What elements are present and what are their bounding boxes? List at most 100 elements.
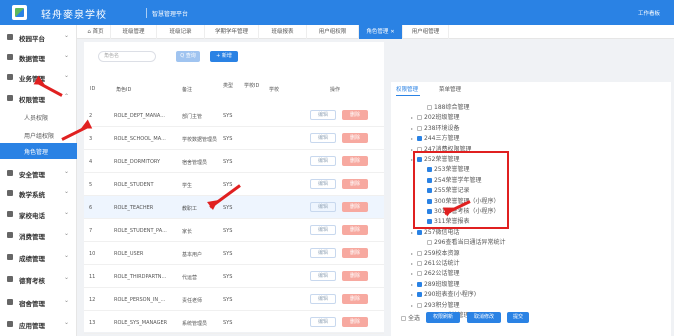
delete-button[interactable]: 删除	[342, 110, 368, 120]
table-row[interactable]: 7 ROLE_STUDENT_PA... 家长 SYS 编辑 删除	[84, 219, 384, 242]
sidebar-item-moral[interactable]: 德育考核 ⌄	[0, 270, 77, 288]
sidebar-item-data[interactable]: 数据管理 ⌄	[0, 48, 77, 66]
tab-home[interactable]: ⌂ 首页	[81, 25, 111, 39]
tree-node[interactable]: ▸ 261公话统计	[411, 258, 459, 267]
tree-node-label: 238环境设备	[424, 124, 460, 132]
table-row[interactable]: 13 ROLE_SYS_MANAGER 系统管理员 SYS 编辑 删除	[84, 311, 384, 334]
sidebar-item-permission[interactable]: 权限管理 ⌃	[0, 89, 77, 107]
tree-node[interactable]: 188综合管理	[421, 102, 469, 111]
edit-button[interactable]: 编辑	[310, 156, 336, 166]
table-row[interactable]: 11 ROLE_THIRDPARTN... 代运营 SYS 编辑 删除	[84, 265, 384, 288]
delete-button[interactable]: 删除	[342, 156, 368, 166]
checkbox-icon[interactable]	[417, 281, 422, 287]
col-header-id[interactable]: ID	[90, 86, 95, 92]
sidebar-subitem-role-management[interactable]: 角色管理	[0, 143, 77, 159]
checkbox-icon[interactable]	[417, 302, 422, 308]
checkbox-icon[interactable]	[417, 229, 422, 235]
cell-type: SYS	[223, 251, 233, 257]
chevron-down-icon: ⌄	[63, 319, 69, 326]
delete-button[interactable]: 删除	[342, 225, 368, 235]
cell-id: 3	[89, 136, 93, 142]
delete-button[interactable]: 删除	[342, 271, 368, 281]
cell-id: 4	[89, 159, 93, 165]
sidebar-item-security[interactable]: 安全管理 ⌄	[0, 164, 77, 182]
sidebar-item-apps[interactable]: 应用管理 ⌄	[0, 315, 77, 333]
sidebar-item-phone[interactable]: 家校电话 ⌄	[0, 205, 77, 223]
tree-node[interactable]: ▸ 238环境设备	[411, 123, 459, 132]
phone-icon	[7, 211, 13, 217]
tab-menu-tree[interactable]: 菜单管理	[439, 85, 461, 93]
sidebar-item-dorm[interactable]: 宿舍管理 ⌄	[0, 293, 77, 311]
tree-node[interactable]: ▸ 293积分管理	[411, 300, 459, 309]
checkbox-icon[interactable]	[417, 115, 422, 121]
edit-button[interactable]: 编辑	[310, 110, 336, 120]
delete-button[interactable]: 删除	[342, 317, 368, 327]
edit-button[interactable]: 编辑	[310, 248, 336, 258]
checkbox-icon[interactable]	[427, 105, 432, 110]
cancel-change-button[interactable]: 取消修改	[467, 312, 501, 323]
col-header-school-id[interactable]: 学校ID	[244, 82, 259, 89]
sidebar-item-campus[interactable]: 校园平台 ⌄	[0, 28, 77, 46]
tab-class-records[interactable]: 班级记录	[157, 25, 205, 39]
table-row[interactable]: 4 ROLE_DORMITORY 宿舍管理员 SYS 编辑 删除	[84, 150, 384, 173]
search-input[interactable]: 角色名	[98, 51, 156, 62]
checkbox-icon[interactable]	[427, 240, 432, 246]
submit-button[interactable]: 提交	[507, 312, 529, 323]
edit-button[interactable]: 编辑	[310, 317, 336, 327]
edit-button[interactable]: 编辑	[310, 225, 336, 235]
select-all-checkbox[interactable]: 全选	[401, 313, 420, 322]
star-icon	[7, 276, 13, 282]
col-header-note[interactable]: 备注	[182, 86, 192, 93]
checkbox-icon[interactable]	[417, 271, 422, 277]
checkbox-icon[interactable]	[417, 292, 422, 298]
tab-group-permission[interactable]: 用户组权限	[307, 25, 359, 39]
col-header-role-id[interactable]: 角色ID	[116, 86, 131, 93]
tab-permission-tree[interactable]: 权限管理	[396, 85, 418, 93]
table-row[interactable]: 5 ROLE_STUDENT 学生 SYS 编辑 删除	[84, 173, 384, 196]
tree-node[interactable]: 296查看当日通话异常统计	[421, 237, 505, 246]
table-row[interactable]: 6 ROLE_TEACHER 教职工 SYS 编辑 删除	[84, 196, 384, 219]
tree-node[interactable]: ▸ 259校本资源	[411, 248, 459, 257]
tab-class-report[interactable]: 班级报表	[259, 25, 307, 39]
checkbox-icon[interactable]	[417, 261, 422, 266]
tab-semester[interactable]: 学期学年管理	[205, 25, 259, 39]
col-header-school[interactable]: 学校	[269, 86, 279, 93]
tree-node[interactable]: ▸ 289班级管理	[411, 279, 459, 288]
sidebar-item-consumption[interactable]: 消费管理 ⌄	[0, 226, 77, 244]
edit-button[interactable]: 编辑	[310, 179, 336, 189]
tree-node[interactable]: ▸ 202班级管理	[411, 112, 459, 121]
delete-button[interactable]: 删除	[342, 294, 368, 304]
workbench-link[interactable]: 工作看板	[638, 9, 660, 17]
checkbox-icon[interactable]	[417, 250, 422, 256]
tree-node[interactable]: ▸ 262公话管理	[411, 268, 459, 277]
edit-button[interactable]: 编辑	[310, 271, 336, 281]
tree-node[interactable]: ▸ 290班表查(小程序)	[411, 289, 476, 298]
col-header-type[interactable]: 类型	[223, 82, 233, 89]
chevron-down-icon: ⌄	[63, 297, 69, 304]
table-row[interactable]: 12 ROLE_PERSON_IN_... 责任老师 SYS 编辑 删除	[84, 288, 384, 311]
sidebar-item-teaching[interactable]: 教学系统 ⌄	[0, 184, 77, 202]
sidebar-subitem-user-permission[interactable]: 人员权限	[0, 109, 77, 125]
delete-button[interactable]: 删除	[342, 248, 368, 258]
add-button[interactable]: + 新增	[210, 51, 238, 62]
table-row[interactable]: 3 ROLE_SCHOOL_MA... 学校数据管理员 SYS 编辑 删除	[84, 127, 384, 150]
checkbox-icon[interactable]	[417, 125, 422, 131]
close-icon[interactable]: ✕	[390, 29, 394, 35]
tab-group-management[interactable]: 用户组管理	[403, 25, 449, 39]
tab-class-management[interactable]: 班级管理	[111, 25, 157, 39]
delete-button[interactable]: 删除	[342, 133, 368, 143]
cell-role-id: ROLE_STUDENT_PA...	[114, 228, 167, 234]
table-row[interactable]: 10 ROLE_USER 基本用户 SYS 编辑 删除	[84, 242, 384, 265]
table-row[interactable]: 2 ROLE_DEPT_MANA... 部门主管 SYS 编辑 删除	[84, 104, 384, 127]
edit-button[interactable]: 编辑	[310, 294, 336, 304]
delete-button[interactable]: 删除	[342, 179, 368, 189]
checkbox-icon[interactable]	[417, 136, 422, 142]
edit-button[interactable]: 编辑	[310, 133, 336, 143]
sidebar-item-grades[interactable]: 成绩管理 ⌄	[0, 248, 77, 266]
tab-role-management[interactable]: 角色管理 ✕	[359, 25, 403, 39]
query-button[interactable]: Q 查询	[176, 51, 200, 62]
delete-button[interactable]: 删除	[342, 202, 368, 212]
refresh-permission-button[interactable]: 权限刷新	[426, 312, 460, 323]
edit-button[interactable]: 编辑	[310, 202, 336, 212]
tree-node[interactable]: ▸ 244三方管理	[411, 133, 459, 142]
